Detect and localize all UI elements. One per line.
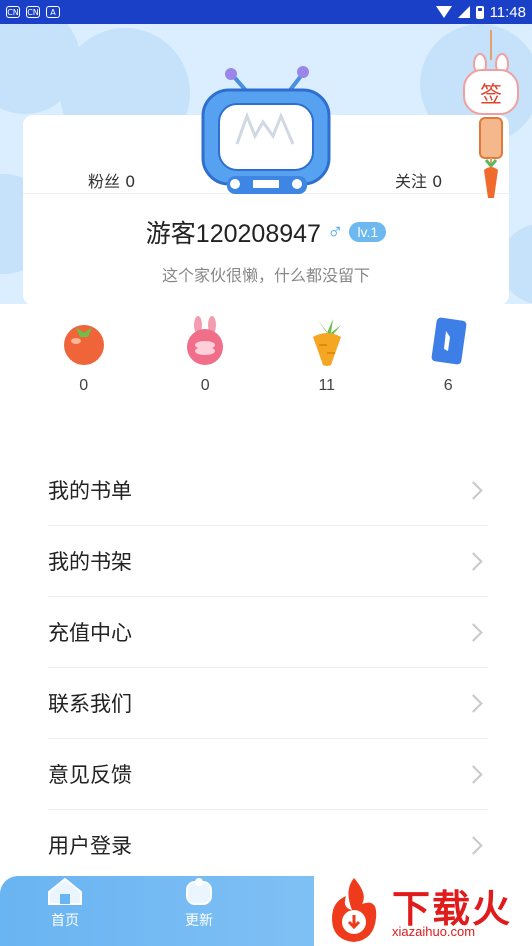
menu-item-label: 我的书架 (48, 550, 132, 574)
sign-in-button[interactable]: 签 (462, 30, 520, 200)
stat-value: 6 (443, 377, 453, 394)
notification-icons: CN CN A (6, 6, 60, 18)
chevron-right-icon (464, 693, 483, 713)
menu-item-feedback[interactable]: 意见反馈 (48, 739, 488, 810)
nav-update[interactable]: 更新 (164, 876, 234, 930)
male-icon: ♂ (326, 219, 344, 244)
status-bar: CN CN A 11:48 (0, 0, 532, 24)
stat-carrot[interactable]: 11 (266, 305, 388, 405)
menu-item-label: 联系我们 (48, 692, 132, 716)
stat-value: 0 (79, 377, 89, 394)
cn-icon: CN (6, 6, 20, 18)
chevron-right-icon (464, 622, 483, 642)
a-icon: A (46, 6, 60, 18)
flame-logo-icon (332, 878, 377, 942)
menu-item-contact[interactable]: 联系我们 (48, 668, 488, 739)
fans-count[interactable]: 粉丝 0 (88, 168, 135, 192)
stat-value: 11 (318, 377, 336, 394)
stat-tomato[interactable]: 0 (23, 305, 145, 405)
menu-item-recharge[interactable]: 充值中心 (48, 597, 488, 668)
chevron-right-icon (464, 835, 483, 855)
menu-list: 我的书单 我的书架 充值中心 联系我们 意见反馈 用户登录 (48, 455, 488, 881)
menu-item-label: 用户登录 (48, 834, 132, 858)
rabbit-coin-icon (187, 316, 224, 365)
chevron-right-icon (464, 551, 483, 571)
cn-icon: CN (26, 6, 40, 18)
user-bio: 这个家伙很懒，什么都没留下 (161, 266, 370, 285)
nav-label: 更新 (185, 913, 213, 929)
menu-item-login[interactable]: 用户登录 (48, 810, 488, 881)
home-icon (48, 877, 82, 905)
menu-item-bookshelf[interactable]: 我的书架 (48, 526, 488, 597)
nav-home[interactable]: 首页 (30, 876, 100, 930)
update-icon (186, 878, 212, 905)
avatar[interactable] (197, 64, 335, 196)
status-time: 11:48 (489, 3, 526, 21)
menu-item-label: 意见反馈 (48, 763, 132, 787)
stat-rabbit-coin[interactable]: 0 (145, 305, 267, 405)
nav-label: 首页 (51, 913, 79, 929)
username: 游客120208947 (145, 220, 321, 248)
stats-row: 0 0 11 6 (23, 305, 509, 405)
card-icon (431, 317, 467, 365)
menu-item-label: 我的书单 (48, 479, 132, 503)
menu-item-book-list[interactable]: 我的书单 (48, 455, 488, 526)
sign-label: 签 (480, 83, 502, 108)
wifi-icon (435, 6, 452, 18)
chevron-right-icon (464, 764, 483, 784)
follow-count[interactable]: 关注 0 (395, 168, 442, 192)
battery-icon (475, 5, 484, 19)
signal-icon (457, 6, 470, 18)
chevron-right-icon (464, 480, 483, 500)
level-badge: lv.1 (349, 222, 387, 242)
stat-card[interactable]: 6 (388, 305, 510, 405)
menu-item-label: 充值中心 (48, 621, 132, 645)
watermark: 下载火 xiazaihuo.com (314, 874, 532, 946)
username-row: 游客120208947 ♂ lv.1 (0, 214, 532, 250)
carrot-icon (312, 319, 341, 366)
tomato-icon (63, 325, 104, 365)
watermark-url: xiazaihuo.com (392, 924, 476, 939)
stat-value: 0 (200, 377, 210, 394)
